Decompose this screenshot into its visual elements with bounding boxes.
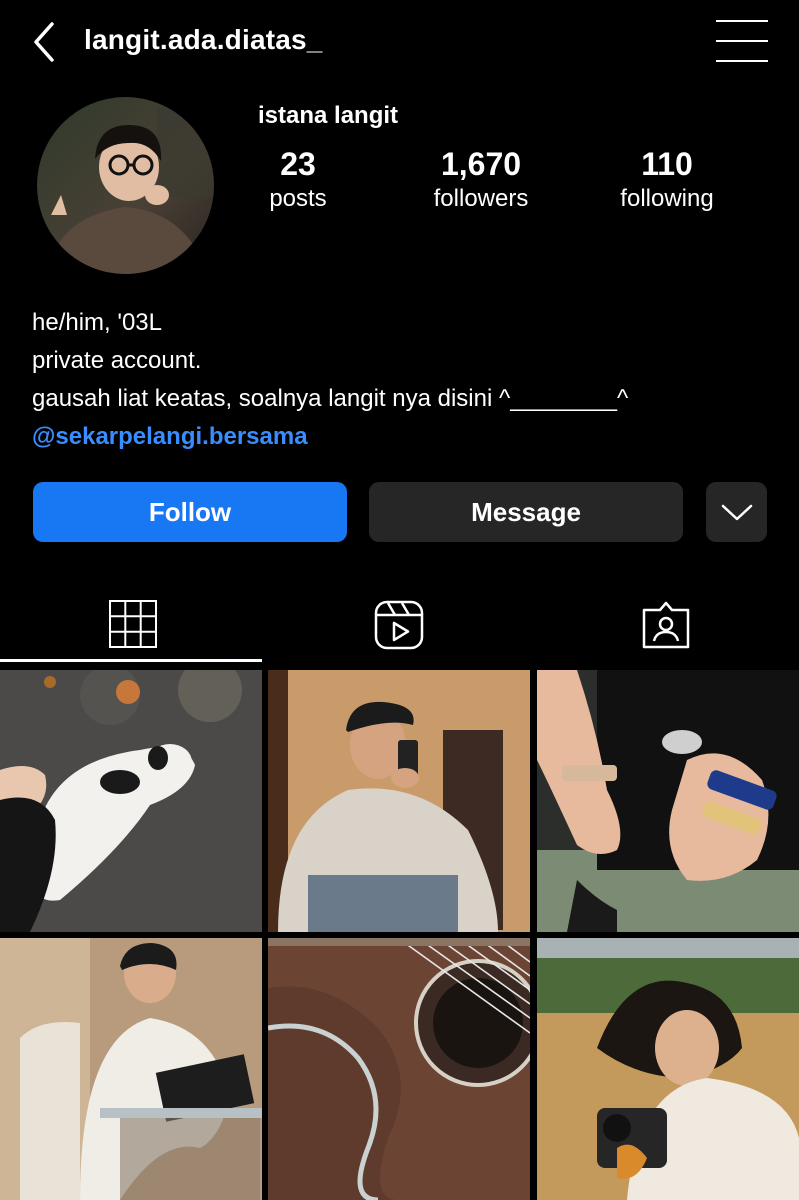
post-thumbnail[interactable] (0, 670, 262, 932)
stat-followers-label: followers (433, 185, 529, 212)
profile-username: langit.ada.diatas_ (84, 24, 323, 55)
follow-button[interactable]: Follow (33, 482, 347, 542)
tab-tagged[interactable] (533, 590, 799, 664)
back-chevron-icon[interactable] (28, 20, 62, 64)
bio: he/him, '03L private account. gausah lia… (32, 304, 628, 456)
bio-mention-link[interactable]: @sekarpelangi.bersama (32, 418, 628, 456)
tagged-person-icon (642, 601, 690, 649)
post-thumbnail[interactable] (537, 670, 799, 932)
stat-following-label: following (620, 185, 714, 212)
stat-posts-label: posts (269, 185, 327, 212)
suggested-accounts-button[interactable] (706, 482, 767, 542)
post-thumbnail[interactable] (268, 938, 530, 1200)
chevron-down-icon (721, 504, 752, 521)
stat-followers[interactable]: 1,670 followers (396, 145, 566, 215)
stat-followers-value: 1,670 (440, 146, 522, 182)
post-thumbnail[interactable] (268, 670, 530, 932)
bio-line: gausah liat keatas, soalnya langit nya d… (32, 385, 629, 412)
tab-reels[interactable] (266, 590, 532, 664)
tab-posts-grid[interactable] (0, 590, 266, 664)
active-tab-indicator (0, 659, 262, 662)
message-button[interactable]: Message (369, 482, 683, 542)
display-name: istana langit (258, 102, 399, 129)
stat-posts-value: 23 (280, 146, 316, 182)
reels-icon (374, 600, 424, 650)
avatar[interactable] (37, 97, 214, 274)
bio-line: private account. (32, 347, 202, 374)
bio-line: he/him, '03L (32, 309, 162, 336)
grid-icon (109, 600, 157, 648)
stat-following[interactable]: 110 following (582, 145, 752, 215)
post-thumbnail[interactable] (537, 938, 799, 1200)
post-thumbnail[interactable] (0, 938, 262, 1200)
stat-following-value: 110 (641, 146, 693, 182)
profile-tabs (0, 590, 799, 664)
top-bar: langit.ada.diatas_ (0, 0, 799, 85)
stat-posts[interactable]: 23 posts (213, 145, 383, 215)
hamburger-menu-icon[interactable] (716, 18, 768, 64)
